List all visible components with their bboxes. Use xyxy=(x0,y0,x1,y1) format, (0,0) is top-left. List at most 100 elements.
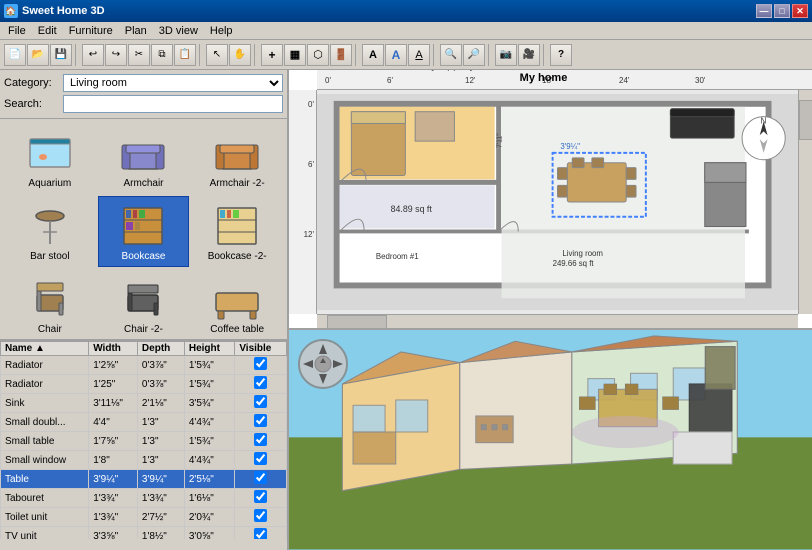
visible-checkbox[interactable] xyxy=(254,433,267,446)
col-name[interactable]: Name ▲ xyxy=(1,342,89,356)
minimize-button[interactable]: — xyxy=(756,4,772,18)
cell-name: Toilet unit xyxy=(1,508,89,527)
menu-help[interactable]: Help xyxy=(204,24,239,38)
redo-button[interactable]: ↪ xyxy=(105,44,127,66)
cut-button[interactable]: ✂ xyxy=(128,44,150,66)
cell-visible[interactable] xyxy=(235,413,287,432)
col-width[interactable]: Width xyxy=(89,342,138,356)
add-door-button[interactable]: 🚪 xyxy=(330,44,352,66)
table-row[interactable]: Small doubl...4'4"1'3"4'4¾" xyxy=(1,413,287,432)
text-a3[interactable]: A xyxy=(408,44,430,66)
visible-checkbox[interactable] xyxy=(254,357,267,370)
cell-depth: 0'3⅞" xyxy=(137,375,184,394)
cell-height: 1'5¾" xyxy=(184,432,234,451)
table-row[interactable]: Sink3'11⅛"2'1⅛"3'5¾" xyxy=(1,394,287,413)
help-button[interactable]: ? xyxy=(550,44,572,66)
visible-checkbox[interactable] xyxy=(254,528,267,539)
add-wall-button[interactable]: ▦ xyxy=(284,44,306,66)
copy-button[interactable]: ⧉ xyxy=(151,44,173,66)
select-button[interactable]: ↖ xyxy=(206,44,228,66)
v-scrollbar[interactable] xyxy=(798,90,812,314)
visible-checkbox[interactable] xyxy=(254,452,267,465)
cell-visible[interactable] xyxy=(235,394,287,413)
cell-visible[interactable] xyxy=(235,470,287,489)
visible-checkbox[interactable] xyxy=(254,490,267,503)
table-row[interactable]: Small window1'8"1'3"4'4¾" xyxy=(1,451,287,470)
new-button[interactable]: 📄 xyxy=(4,44,26,66)
table-row[interactable]: TV unit3'3⅝"1'8½"3'0⅝" xyxy=(1,527,287,540)
furniture-item-armchair[interactable]: Armchair xyxy=(98,123,190,194)
photo-button[interactable]: 📷 xyxy=(495,44,517,66)
furniture-icon-aquarium xyxy=(22,128,78,178)
furniture-icon-armchair2 xyxy=(209,128,265,178)
add-furniture-button[interactable]: + xyxy=(261,44,283,66)
cell-visible[interactable] xyxy=(235,451,287,470)
close-button[interactable]: ✕ xyxy=(792,4,808,18)
furniture-item-bar-stool[interactable]: Bar stool xyxy=(4,196,96,267)
cell-visible[interactable] xyxy=(235,508,287,527)
col-depth[interactable]: Depth xyxy=(137,342,184,356)
cell-visible[interactable] xyxy=(235,489,287,508)
ruler-left: 0' 6' 12' xyxy=(289,90,317,314)
furniture-icon-chair xyxy=(22,274,78,324)
paste-button[interactable]: 📋 xyxy=(174,44,196,66)
furniture-table: Name ▲ Width Depth Height Visible Radiat… xyxy=(0,341,287,539)
cell-width: 3'9¼" xyxy=(89,470,138,489)
maximize-button[interactable]: □ xyxy=(774,4,790,18)
sep2 xyxy=(199,44,203,66)
furniture-label-chair2: Chair -2- xyxy=(124,324,163,335)
cell-depth: 2'1⅛" xyxy=(137,394,184,413)
plan-canvas[interactable]: 84.89 sq ft Bedroom #1 Living room 249.6… xyxy=(317,90,798,314)
cell-height: 3'5¾" xyxy=(184,394,234,413)
furniture-icon-chair2 xyxy=(115,274,171,324)
visible-checkbox[interactable] xyxy=(254,395,267,408)
furniture-item-bookcase[interactable]: Bookcase xyxy=(98,196,190,267)
menu-file[interactable]: File xyxy=(2,24,32,38)
furniture-item-bookcase2[interactable]: Bookcase -2- xyxy=(191,196,283,267)
table-row[interactable]: Table3'9¼"3'9¼"2'5⅛" xyxy=(1,470,287,489)
cell-visible[interactable] xyxy=(235,356,287,375)
visible-checkbox[interactable] xyxy=(254,509,267,522)
cell-visible[interactable] xyxy=(235,527,287,540)
cell-visible[interactable] xyxy=(235,432,287,451)
h-scrollbar[interactable] xyxy=(317,314,798,328)
furniture-item-armchair2[interactable]: Armchair -2- xyxy=(191,123,283,194)
undo-button[interactable]: ↩ xyxy=(82,44,104,66)
pan-button[interactable]: ✋ xyxy=(229,44,251,66)
text-a1[interactable]: A xyxy=(362,44,384,66)
furniture-item-chair2[interactable]: Chair -2- xyxy=(98,269,190,339)
menu-3dview[interactable]: 3D view xyxy=(153,24,204,38)
zoom-in-button[interactable]: 🔍 xyxy=(440,44,462,66)
save-button[interactable]: 💾 xyxy=(50,44,72,66)
3d-view xyxy=(289,330,812,550)
category-select[interactable]: Living room xyxy=(63,74,283,92)
furniture-item-coffee-table[interactable]: Coffee table xyxy=(191,269,283,339)
visible-checkbox[interactable] xyxy=(254,414,267,427)
table-row[interactable]: Tabouret1'3¾"1'3¾"1'6⅛" xyxy=(1,489,287,508)
menu-edit[interactable]: Edit xyxy=(32,24,63,38)
text-a2[interactable]: A xyxy=(385,44,407,66)
video-button[interactable]: 🎥 xyxy=(518,44,540,66)
search-input[interactable] xyxy=(63,95,283,113)
visible-checkbox[interactable] xyxy=(254,376,267,389)
cell-width: 3'11⅛" xyxy=(89,394,138,413)
col-visible[interactable]: Visible xyxy=(235,342,287,356)
open-button[interactable]: 📂 xyxy=(27,44,49,66)
zoom-out-button[interactable]: 🔎 xyxy=(463,44,485,66)
furniture-label-armchair: Armchair xyxy=(123,178,163,189)
cell-visible[interactable] xyxy=(235,375,287,394)
table-row[interactable]: Toilet unit1'3¾"2'7½"2'0¾" xyxy=(1,508,287,527)
furniture-item-aquarium[interactable]: Aquarium xyxy=(4,123,96,194)
cell-width: 1'8" xyxy=(89,451,138,470)
add-room-button[interactable]: ⬡ xyxy=(307,44,329,66)
menu-plan[interactable]: Plan xyxy=(119,24,153,38)
table-row[interactable]: Radiator1'2⅝"0'3⅞"1'5¾" xyxy=(1,356,287,375)
visible-checkbox[interactable] xyxy=(254,471,267,484)
cell-height: 3'0⅝" xyxy=(184,527,234,540)
col-height[interactable]: Height xyxy=(184,342,234,356)
table-row[interactable]: Radiator1'25"0'3⅞"1'5¾" xyxy=(1,375,287,394)
sep4 xyxy=(355,44,359,66)
table-row[interactable]: Small table1'7⅝"1'3"1'5¾" xyxy=(1,432,287,451)
menu-furniture[interactable]: Furniture xyxy=(63,24,119,38)
furniture-item-chair[interactable]: Chair xyxy=(4,269,96,339)
